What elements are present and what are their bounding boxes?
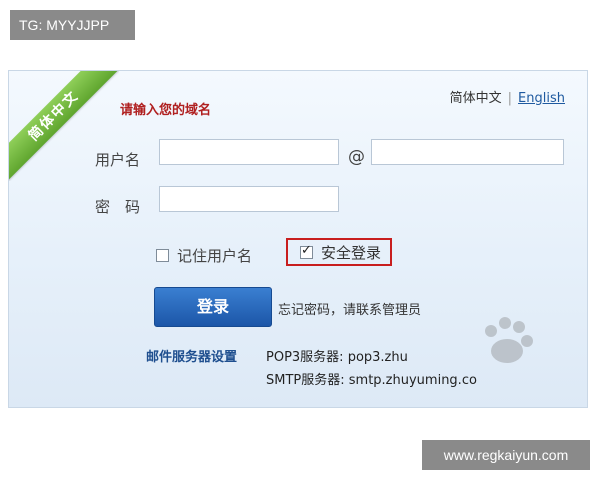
domain-hint: 请输入您的域名 xyxy=(120,103,212,118)
page: TG: MYYJJPP 简体中文 请输入您的域名 简体中文 | English 用户… xyxy=(0,0,600,480)
password-label: 密 码 xyxy=(95,198,141,216)
password-input[interactable] xyxy=(159,186,339,212)
remember-username[interactable]: 记住用户名 xyxy=(156,245,252,266)
secure-login-checkbox[interactable] xyxy=(300,243,313,259)
secure-login-label: 安全登录 xyxy=(321,243,382,262)
pop3-server-line: POP3服务器: pop3.zhu xyxy=(266,350,408,365)
login-panel: 简体中文 请输入您的域名 简体中文 | English 用户名 @ 密 码 记住用户… xyxy=(8,70,588,408)
lang-separator: | xyxy=(507,91,513,106)
username-label: 用户名 xyxy=(95,151,141,169)
language-switch: 简体中文 | English xyxy=(450,87,565,106)
bottom-overlay-tag: www.regkaiyun.com xyxy=(422,440,590,470)
domain-input[interactable] xyxy=(371,139,564,165)
baidu-paw-icon xyxy=(485,317,533,363)
lang-chinese-link[interactable]: 简体中文 xyxy=(450,91,502,106)
login-button[interactable]: 登录 xyxy=(154,287,272,327)
username-input[interactable] xyxy=(159,139,339,165)
forgot-password-text: 忘记密码，请联系管理员 xyxy=(278,303,422,318)
remember-label: 记住用户名 xyxy=(177,247,253,265)
top-overlay-tag: TG: MYYJJPP xyxy=(10,10,135,40)
remember-checkbox[interactable] xyxy=(156,249,169,262)
secure-login[interactable]: 安全登录 xyxy=(286,238,392,266)
smtp-server-line: SMTP服务器: smtp.zhuyuming.co xyxy=(266,373,477,388)
mail-server-settings-title: 邮件服务器设置 xyxy=(146,350,238,365)
lang-english-link[interactable]: English xyxy=(518,91,565,106)
at-sign: @ xyxy=(348,147,365,167)
